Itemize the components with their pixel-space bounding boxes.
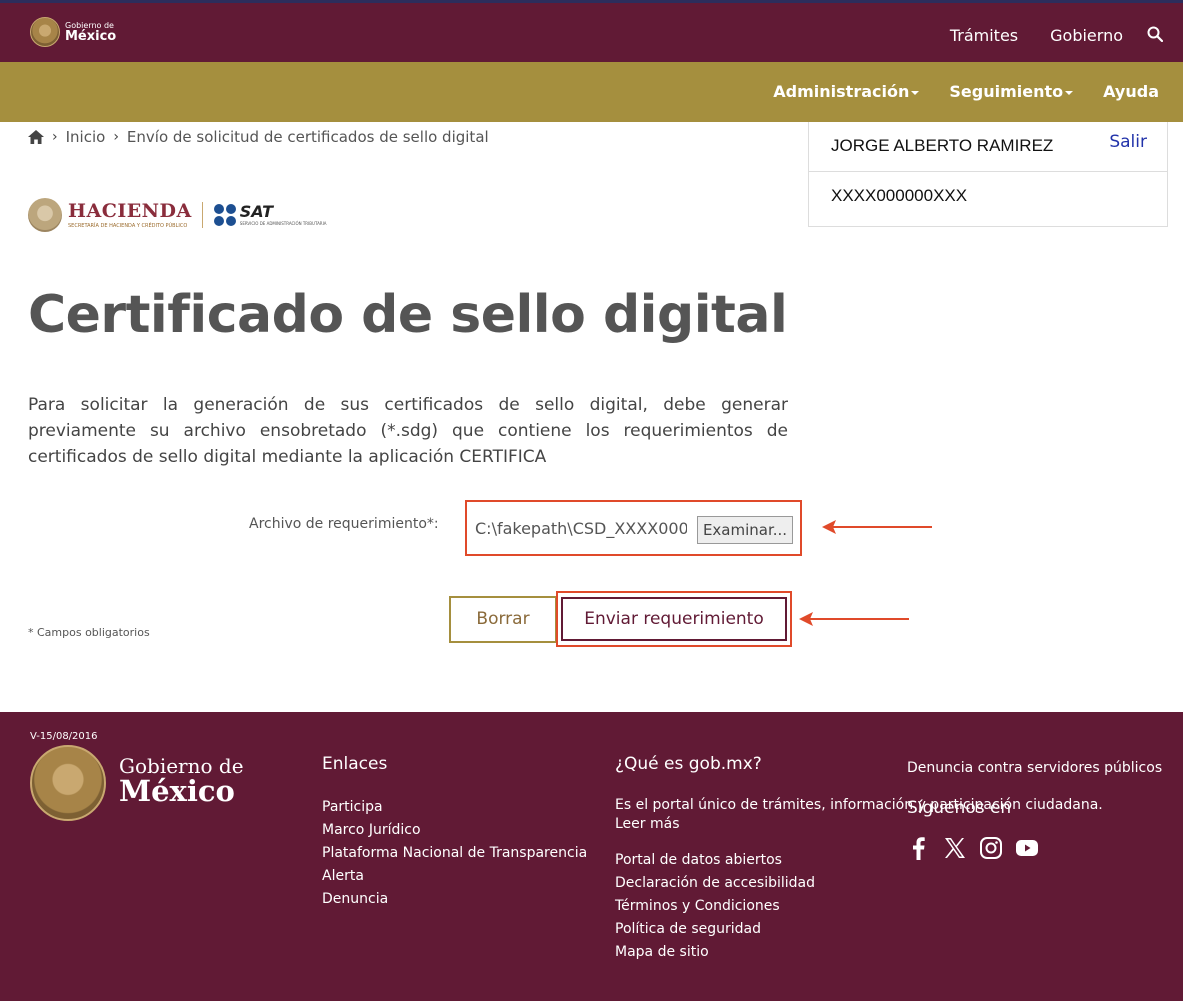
breadcrumb: › Inicio › Envío de solicitud de certifi… xyxy=(28,128,489,146)
file-path-value: C:\fakepath\CSD_XXXX000 xyxy=(475,519,687,538)
chevron-right-icon: › xyxy=(52,129,58,145)
hacienda-seal-icon xyxy=(28,198,62,232)
footer-link[interactable]: Denuncia xyxy=(322,888,587,911)
logo-divider xyxy=(201,202,203,228)
facebook-icon[interactable] xyxy=(907,836,931,860)
mexico-seal-icon xyxy=(30,745,106,821)
logout-link[interactable]: Salir xyxy=(1109,132,1147,152)
complaint-link[interactable]: Denuncia contra servidores públicos xyxy=(907,757,1162,780)
file-label: Archivo de requerimiento*: xyxy=(249,516,439,532)
footer-link[interactable]: Términos y Condiciones xyxy=(615,895,1103,918)
footer-link[interactable]: Alerta xyxy=(322,865,587,888)
menu-administracion[interactable]: Administración xyxy=(773,82,920,101)
hacienda-text: HACIENDA xyxy=(68,199,192,222)
gobierno-logo[interactable]: Gobierno de México xyxy=(30,17,116,47)
footer-link[interactable]: Mapa de sitio xyxy=(615,941,1103,964)
send-button-highlight: Enviar requerimiento xyxy=(556,591,792,647)
user-rfc: XXXX000000XXX xyxy=(831,186,968,205)
sat-logo: SAT SERVICIO DE ADMINISTRACIÓN TRIBUTARI… xyxy=(213,203,327,227)
read-more-link[interactable]: Leer más xyxy=(615,816,680,832)
social-links xyxy=(907,836,1162,860)
user-name: JORGE ALBERTO RAMIREZ xyxy=(831,136,1054,155)
home-icon[interactable] xyxy=(28,130,44,144)
footer-link[interactable]: Política de seguridad xyxy=(615,918,1103,941)
clear-button[interactable]: Borrar xyxy=(449,596,557,643)
youtube-icon[interactable] xyxy=(1015,836,1039,860)
caret-down-icon xyxy=(911,90,920,95)
send-request-button[interactable]: Enviar requerimiento xyxy=(561,597,787,641)
footer: V-15/08/2016 Gobierno de México Enlaces … xyxy=(0,712,1183,1001)
breadcrumb-inicio[interactable]: Inicio xyxy=(66,128,106,146)
breadcrumb-current: Envío de solicitud de certificados de se… xyxy=(126,128,489,146)
nav-tramites[interactable]: Trámites xyxy=(950,26,1018,45)
main-nav: Trámites Gobierno xyxy=(950,26,1123,45)
footer-link[interactable]: Participa xyxy=(322,796,587,819)
hacienda-subtext: SECRETARÍA DE HACIENDA Y CRÉDITO PÚBLICO xyxy=(68,222,188,229)
footer-logo[interactable]: Gobierno de México xyxy=(119,756,244,806)
caret-down-icon xyxy=(1065,90,1074,95)
version-text: V-15/08/2016 xyxy=(30,731,98,742)
sat-subtext: SERVICIO DE ADMINISTRACIÓN TRIBUTARIA xyxy=(239,221,327,226)
nav-gobierno[interactable]: Gobierno xyxy=(1050,26,1123,45)
chevron-right-icon: › xyxy=(113,129,119,145)
search-icon[interactable] xyxy=(1147,26,1163,42)
file-input[interactable]: C:\fakepath\CSD_XXXX000 Examinar... xyxy=(473,514,793,544)
user-panel: JORGE ALBERTO RAMIREZ Salir XXXX000000XX… xyxy=(808,122,1168,227)
follow-title: Síguenos en xyxy=(907,798,1012,818)
page-title: Certificado de sello digital xyxy=(28,285,788,345)
top-navbar: Gobierno de México Trámites Gobierno xyxy=(0,0,1183,62)
instagram-icon[interactable] xyxy=(979,836,1003,860)
logo-big-text: México xyxy=(65,28,117,44)
seal-icon xyxy=(30,17,60,47)
arrow-left-icon xyxy=(822,520,932,534)
footer-social-column: Denuncia contra servidores públicos Sígu… xyxy=(907,754,1162,860)
sat-text: SAT xyxy=(239,202,274,221)
arrow-left-icon xyxy=(799,612,909,626)
footer-link[interactable]: Marco Jurídico xyxy=(322,819,587,842)
x-icon[interactable] xyxy=(943,836,967,860)
menu-seguimiento[interactable]: Seguimiento xyxy=(949,82,1074,101)
secondary-navbar: Administración Seguimiento Ayuda xyxy=(0,62,1183,122)
menu-ayuda[interactable]: Ayuda xyxy=(1103,82,1159,101)
mandatory-note: * Campos obligatorios xyxy=(28,626,150,639)
links-title: Enlaces xyxy=(322,754,388,774)
browse-button[interactable]: Examinar... xyxy=(697,516,793,544)
footer-link[interactable]: Declaración de accesibilidad xyxy=(615,872,1103,895)
footer-links-column: Enlaces Participa Marco Jurídico Platafo… xyxy=(322,754,587,911)
intro-paragraph: Para solicitar la generación de sus cert… xyxy=(28,395,788,467)
file-input-highlight: C:\fakepath\CSD_XXXX000 Examinar... xyxy=(465,500,802,556)
sat-dots-icon xyxy=(213,203,237,227)
hacienda-sat-logos: HACIENDA SECRETARÍA DE HACIENDA Y CRÉDIT… xyxy=(28,198,327,232)
footer-link[interactable]: Plataforma Nacional de Transparencia xyxy=(322,842,587,865)
